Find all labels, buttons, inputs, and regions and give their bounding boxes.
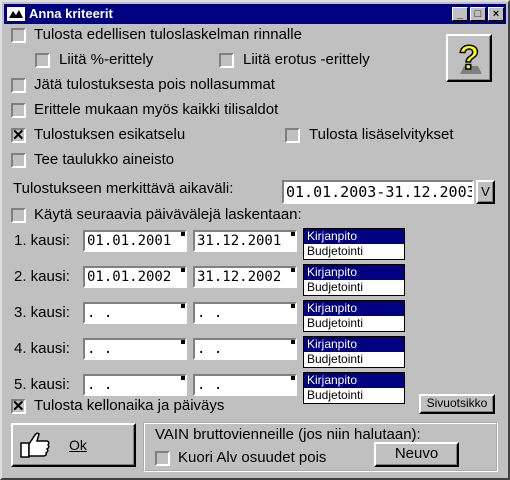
vat-checkbox[interactable] <box>155 451 170 466</box>
print-time-label: Tulosta kellonaika ja päiväys <box>34 397 225 414</box>
period-end-field[interactable]: . . <box>193 338 297 360</box>
period-end-field[interactable]: . . <box>193 302 297 324</box>
extra-info-checkbox[interactable] <box>285 128 300 143</box>
extra-info-label: Tulosta lisäselvitykset <box>309 126 454 143</box>
period-label: 4. kausi: <box>14 340 70 357</box>
minimize-button[interactable]: _ <box>452 7 468 21</box>
maximize-button[interactable]: □ <box>470 7 486 21</box>
prev-year-label: Tulosta edellisen tuloslaskelman rinnall… <box>34 26 302 43</box>
svg-text:?: ? <box>459 39 480 77</box>
new-button[interactable]: Neuvo <box>374 442 459 467</box>
period-source-list[interactable]: Kirjanpito Budjetointi <box>303 336 405 368</box>
ok-label: Ok <box>69 437 87 453</box>
preview-checkbox[interactable] <box>11 126 26 144</box>
percent-label: Liitä %-erittely <box>59 51 154 68</box>
close-button[interactable]: × <box>488 7 504 21</box>
period-source-option[interactable]: Kirjanpito <box>304 265 404 280</box>
difference-label: Liitä erotus -erittely <box>243 51 370 68</box>
period-source-option[interactable]: Budjetointi <box>304 316 404 331</box>
period-start-field[interactable]: . . <box>83 374 187 396</box>
period-end-field[interactable]: . . <box>193 374 297 396</box>
period-end-field[interactable]: 31.12.2002 <box>193 266 297 288</box>
percent-checkbox[interactable] <box>35 53 50 68</box>
period-start-field[interactable]: . . <box>83 338 187 360</box>
zero-sums-label: Jätä tulostuksesta pois nollasummat <box>34 76 275 93</box>
thumbs-up-hand-icon <box>20 432 50 458</box>
period-start-field[interactable]: . . <box>83 302 187 324</box>
interval-dropdown-button[interactable]: V <box>476 180 495 204</box>
period-source-option[interactable]: Kirjanpito <box>304 229 404 244</box>
print-time-checkbox[interactable] <box>11 397 26 415</box>
period-source-option[interactable]: Budjetointi <box>304 280 404 295</box>
page-header-button[interactable]: Sivuotsikko <box>419 394 495 414</box>
period-label: 3. kausi: <box>14 304 70 321</box>
use-periods-checkbox[interactable] <box>11 208 26 223</box>
period-source-option[interactable]: Budjetointi <box>304 244 404 259</box>
zero-sums-checkbox[interactable] <box>11 78 26 93</box>
period-label: 2. kausi: <box>14 268 70 285</box>
ok-button[interactable]: Ok <box>11 423 136 467</box>
vat-label: Kuori Alv osuudet pois <box>178 449 327 466</box>
period-end-field[interactable]: 31.12.2001 <box>193 230 297 252</box>
period-label: 1. kausi: <box>14 232 70 249</box>
period-start-field[interactable]: 01.01.2001 <box>83 230 187 252</box>
use-periods-label: Käytä seuraavia päivävälejä laskentaan: <box>34 206 302 223</box>
period-source-option[interactable]: Budjetointi <box>304 352 404 367</box>
period-source-option[interactable]: Kirjanpito <box>304 301 404 316</box>
help-button[interactable]: ? <box>446 34 492 82</box>
window-title: Anna kriteerit <box>29 6 113 21</box>
period-start-field[interactable]: 01.01.2002 <box>83 266 187 288</box>
period-source-option[interactable]: Kirjanpito <box>304 373 404 388</box>
difference-checkbox[interactable] <box>219 53 234 68</box>
spreadsheet-checkbox[interactable] <box>11 153 26 168</box>
prev-year-checkbox[interactable] <box>11 28 26 43</box>
period-source-option[interactable]: Budjetointi <box>304 388 404 403</box>
all-balances-label: Erittele mukaan myös kaikki tilisaldot <box>34 101 279 118</box>
question-mark-icon: ? <box>458 38 482 78</box>
period-label: 5. kausi: <box>14 376 70 393</box>
period-source-option[interactable]: Kirjanpito <box>304 337 404 352</box>
period-source-list[interactable]: Kirjanpito Budjetointi <box>303 372 405 404</box>
interval-label: Tulostukseen merkittävä aikaväli: <box>13 180 234 197</box>
interval-field[interactable]: 01.01.2003-31.12.2003 <box>282 180 474 204</box>
app-icon[interactable] <box>7 6 25 22</box>
title-bar[interactable]: Anna kriteerit _ □ × <box>4 4 506 24</box>
period-source-list[interactable]: Kirjanpito Budjetointi <box>303 300 405 332</box>
period-source-list[interactable]: Kirjanpito Budjetointi <box>303 264 405 296</box>
spreadsheet-label: Tee taulukko aineisto <box>34 151 175 168</box>
all-balances-checkbox[interactable] <box>11 103 26 118</box>
preview-label: Tulostuksen esikatselu <box>34 126 186 143</box>
period-source-list[interactable]: Kirjanpito Budjetointi <box>303 228 405 260</box>
